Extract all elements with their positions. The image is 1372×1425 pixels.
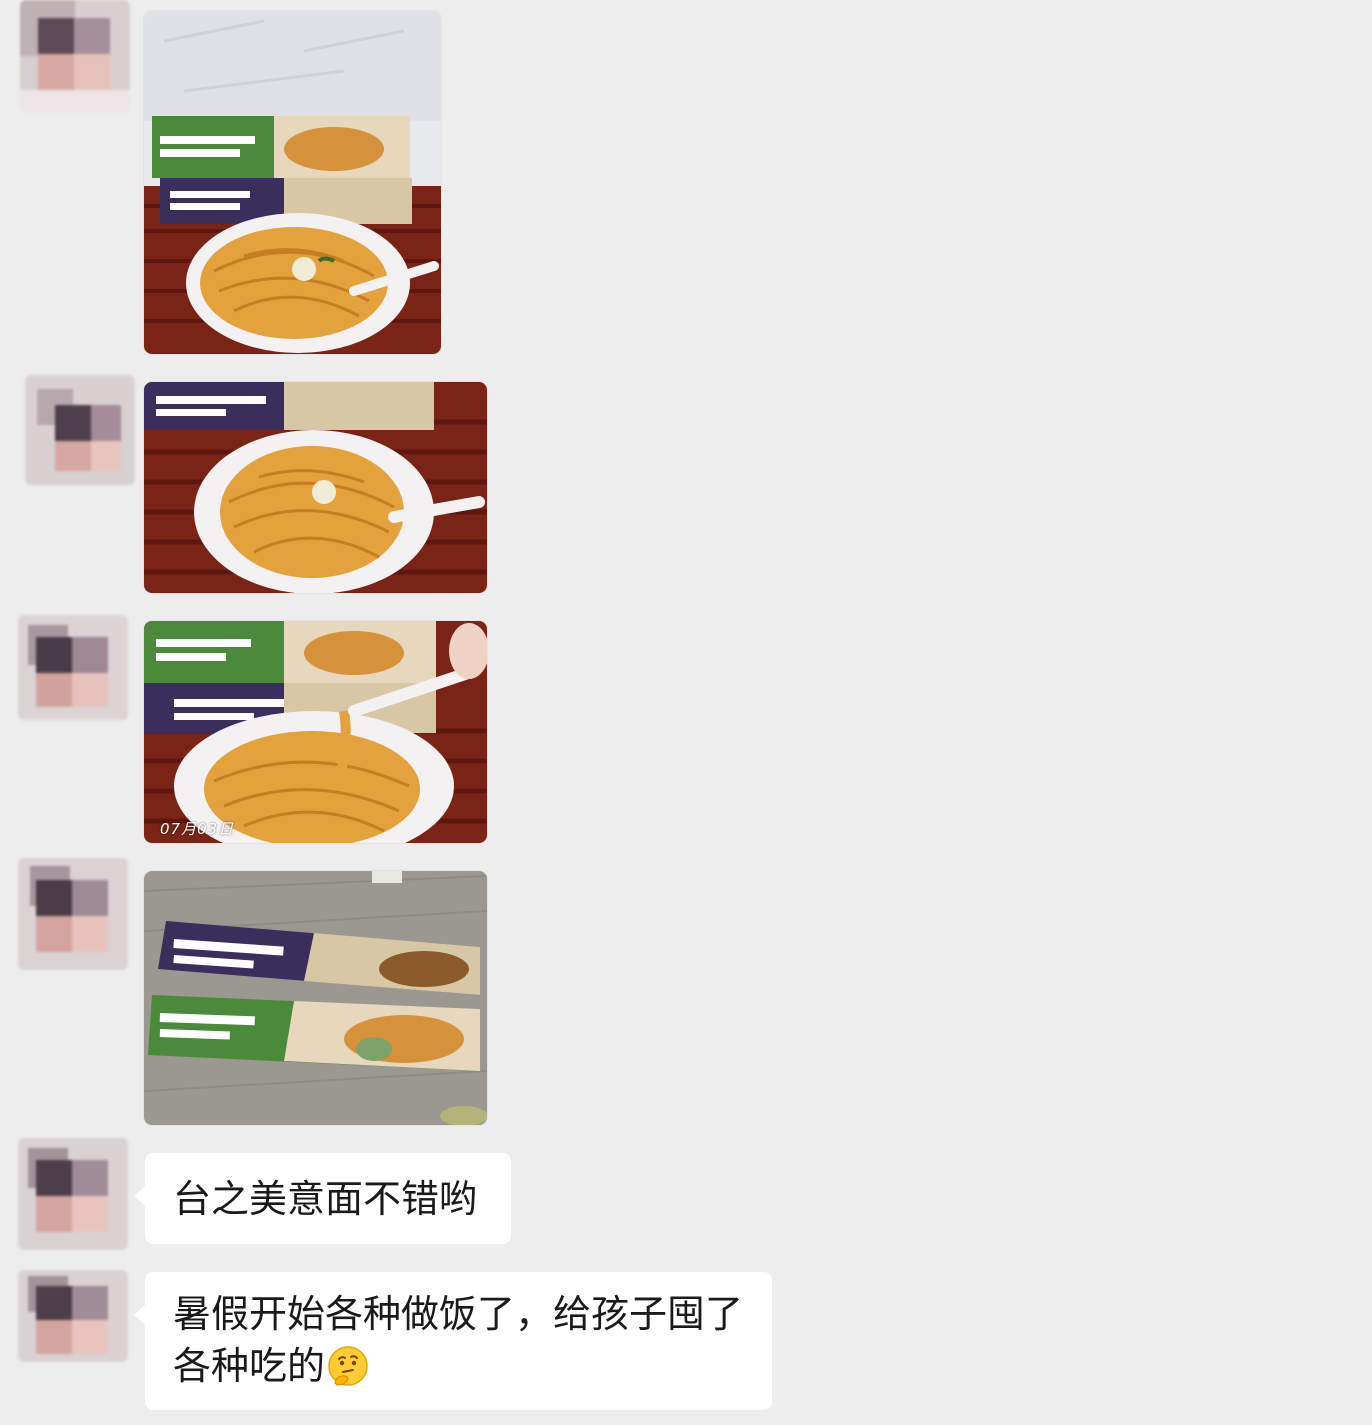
message-text-line: 各种吃的 bbox=[173, 1344, 326, 1388]
thinking-face-icon bbox=[328, 1346, 368, 1386]
sender-avatar[interactable] bbox=[25, 375, 135, 485]
chat-image[interactable] bbox=[144, 11, 441, 354]
chat-image[interactable]: 07月03日 bbox=[144, 621, 487, 843]
photo-date-stamp: 07月03日 bbox=[160, 820, 235, 838]
sender-avatar[interactable] bbox=[18, 1138, 128, 1250]
sender-avatar[interactable] bbox=[18, 615, 128, 720]
sender-avatar[interactable] bbox=[18, 858, 128, 970]
pasta-photo bbox=[144, 382, 487, 593]
message-text: 台之美意面不错哟 bbox=[173, 1177, 478, 1221]
pasta-photo bbox=[144, 11, 441, 354]
pasta-photo bbox=[144, 621, 487, 843]
message-bubble[interactable]: 台之美意面不错哟 bbox=[134, 1153, 511, 1244]
message-bubble[interactable]: 暑假开始各种做饭了，给孩子囤了 各种吃的 bbox=[134, 1272, 772, 1410]
sender-avatar[interactable] bbox=[18, 1270, 128, 1362]
sender-avatar[interactable] bbox=[20, 0, 130, 112]
chat-image[interactable] bbox=[144, 871, 487, 1125]
pasta-boxes-photo bbox=[144, 871, 487, 1125]
chat-image[interactable] bbox=[144, 382, 487, 593]
message-text-line: 暑假开始各种做饭了，给孩子囤了 bbox=[173, 1292, 744, 1336]
